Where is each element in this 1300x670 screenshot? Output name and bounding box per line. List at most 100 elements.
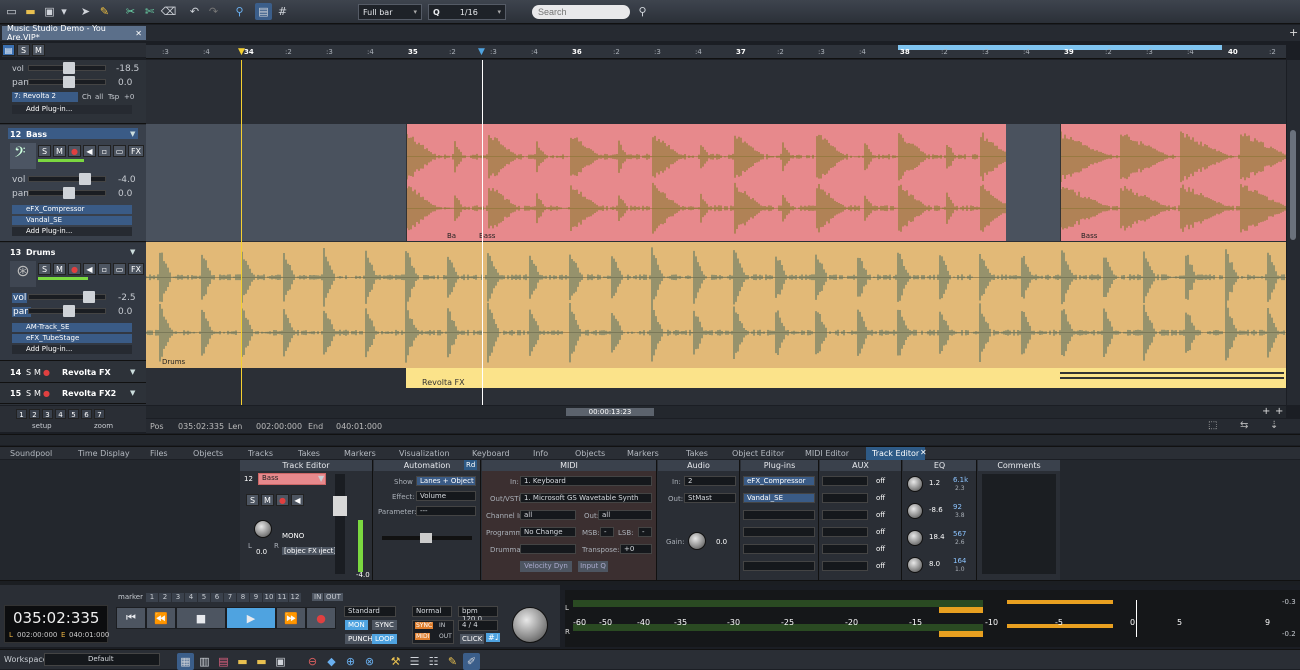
project-tab[interactable]: Music Studio Demo - You Are.VIP* ✕ [2, 24, 146, 42]
play-button[interactable]: ▶ [226, 607, 276, 629]
add-plugin-slot[interactable]: Add Plug-in... [12, 227, 132, 236]
speaker-icon[interactable]: ◀ [83, 145, 96, 157]
record-button[interactable]: ● [68, 145, 81, 157]
drums-clip[interactable]: Drums [146, 242, 1286, 368]
lower-tab[interactable]: Object Editor [726, 447, 790, 460]
lower-tab[interactable]: Files [144, 447, 174, 460]
track-header-revoltafx[interactable]: 14 S M ● Revolta FX ▼ [0, 363, 146, 383]
aux-send-slider[interactable] [822, 544, 868, 554]
loop-button[interactable]: LOOP [372, 634, 397, 644]
bass-clip-2[interactable]: Bass [1060, 124, 1286, 241]
freeze-icon[interactable]: ▭ [113, 263, 126, 275]
record-button[interactable]: ● [306, 607, 336, 629]
redo-icon[interactable]: ↷ [205, 3, 222, 20]
solo-button[interactable]: S [38, 263, 51, 275]
te-mono-button[interactable]: MONO [282, 532, 304, 540]
tools-d-icon[interactable]: ✎ [444, 653, 461, 670]
track-name[interactable]: Bass [26, 130, 47, 139]
lower-tab[interactable]: Objects [187, 447, 229, 460]
mute-button[interactable]: M [53, 263, 66, 275]
scroll-thumb[interactable]: 00:00:13:23 [566, 408, 654, 416]
start-marker-icon[interactable]: ▼ [238, 47, 245, 57]
new-file-icon[interactable]: ▭ [3, 3, 20, 20]
timeline-ruler[interactable]: :3:4 34:2:3:4 35:2:3:4 36:2:3:4 37:2:3:4 38:2… [146, 45, 1286, 59]
gain-knob[interactable] [688, 532, 706, 550]
view-mode-dropdown[interactable]: Full bar ▾ [358, 4, 422, 20]
lower-tab[interactable]: Takes [680, 447, 714, 460]
add-plugin-slot[interactable]: Add Plug-in... [12, 105, 132, 114]
msb-field[interactable]: - [600, 527, 614, 537]
track-name[interactable]: Revolta FX2 [62, 389, 116, 398]
global-mute-button[interactable]: M [32, 44, 45, 56]
splitter[interactable] [0, 434, 1300, 445]
pencil-tool-icon[interactable]: ✎ [96, 3, 113, 20]
marker-button[interactable]: 11 [276, 593, 288, 602]
plugin-slot[interactable] [743, 527, 815, 537]
automation-slider[interactable] [382, 533, 472, 543]
comments-textarea[interactable] [982, 474, 1056, 574]
lsb-field[interactable]: - [638, 527, 652, 537]
snap-b-icon[interactable]: ◆ [323, 653, 340, 670]
plugin-slot-1[interactable]: eFX_Compressor [12, 205, 132, 214]
marker-button[interactable]: 8 [237, 593, 249, 602]
mute-button[interactable]: M [34, 389, 41, 398]
eq-q-value[interactable]: 2.3 [955, 485, 965, 492]
fx-button[interactable]: FX [128, 145, 144, 157]
plugin-slot-2[interactable]: eFX_TubeStage [12, 334, 132, 343]
lower-tab[interactable]: Takes [292, 447, 326, 460]
zoom-preset-button[interactable]: 1 [16, 409, 27, 419]
drummap-select[interactable] [520, 544, 576, 554]
aux-send-slider[interactable] [822, 476, 868, 486]
track-name[interactable]: Revolta FX [62, 368, 111, 377]
fit-icon[interactable]: ⬚ [1208, 420, 1217, 431]
marker-button[interactable]: 3 [172, 593, 184, 602]
channel-out-select[interactable]: all [598, 510, 652, 520]
zoom-preset-button[interactable]: 6 [81, 409, 92, 419]
eq-freq-value[interactable]: 92 [953, 503, 962, 511]
lower-tab[interactable]: Tracks [242, 447, 279, 460]
undo-icon[interactable]: ↶ [186, 3, 203, 20]
record-button[interactable]: ● [43, 389, 50, 398]
normal-select[interactable]: Normal [412, 606, 452, 617]
global-solo-button[interactable]: S [17, 44, 30, 56]
zoom-in-icon[interactable]: + [1262, 406, 1270, 417]
te-fx-button[interactable]: FX [306, 547, 319, 555]
zoom-preset-button[interactable]: 4 [55, 409, 66, 419]
record-button[interactable]: ● [68, 263, 81, 275]
marker-in-button[interactable]: IN [312, 593, 324, 601]
click-button[interactable]: CLICK [460, 634, 485, 644]
playhead-marker-icon[interactable]: ▼ [478, 47, 485, 57]
audio-in-select[interactable]: 2 [684, 476, 736, 486]
marker-button[interactable]: 6 [211, 593, 223, 602]
bass-clip-1[interactable]: Ba Bass [406, 124, 1007, 241]
solo-button[interactable]: S [26, 368, 31, 377]
eq-band-knob[interactable] [907, 530, 923, 546]
zoom-preset-button[interactable]: 5 [68, 409, 79, 419]
te-solo-button[interactable]: S [246, 494, 259, 506]
tools-b-icon[interactable]: ☰ [406, 653, 423, 670]
solo-button[interactable]: S [38, 145, 51, 157]
vol-slider[interactable] [28, 62, 106, 74]
freeze-icon[interactable]: ▭ [113, 145, 126, 157]
te-record-button[interactable]: ● [276, 494, 289, 506]
marker-button[interactable]: 2 [159, 593, 171, 602]
effect-select[interactable]: Volume [416, 491, 476, 501]
channel-in-select[interactable]: all [520, 510, 576, 520]
midi-in-select[interactable]: 1. Keyboard [520, 476, 652, 486]
te-fader-track[interactable] [333, 474, 347, 574]
lower-tab[interactable]: Track Editor [866, 447, 926, 460]
track-menu-icon[interactable]: ▼ [130, 248, 135, 256]
lower-tab[interactable]: MIDI Editor [799, 447, 855, 460]
zoom-preset-button[interactable]: 3 [42, 409, 53, 419]
pan-slider[interactable] [28, 187, 106, 199]
plugin-slot-2[interactable]: Vandal_SE [12, 216, 132, 225]
aux-send-slider[interactable] [822, 493, 868, 503]
time-display[interactable]: 035:02:335 L 002:00:000 E 040:01:000 [4, 605, 109, 643]
add-plugin-slot[interactable]: Add Plug-in... [12, 345, 132, 354]
eq-gain-value[interactable]: 8.0 [929, 560, 940, 568]
layout-5-icon[interactable]: ▬ [253, 653, 270, 670]
eq-freq-value[interactable]: 567 [953, 530, 966, 538]
track-header-bass[interactable]: 12 Bass ▼ 𝄢 S M ● ◀ ▫ ▭ FX vol -4.0 pan … [0, 125, 146, 242]
bpm-field[interactable]: bpm 120.0 [458, 606, 498, 623]
snap-d-icon[interactable]: ⊗ [361, 653, 378, 670]
